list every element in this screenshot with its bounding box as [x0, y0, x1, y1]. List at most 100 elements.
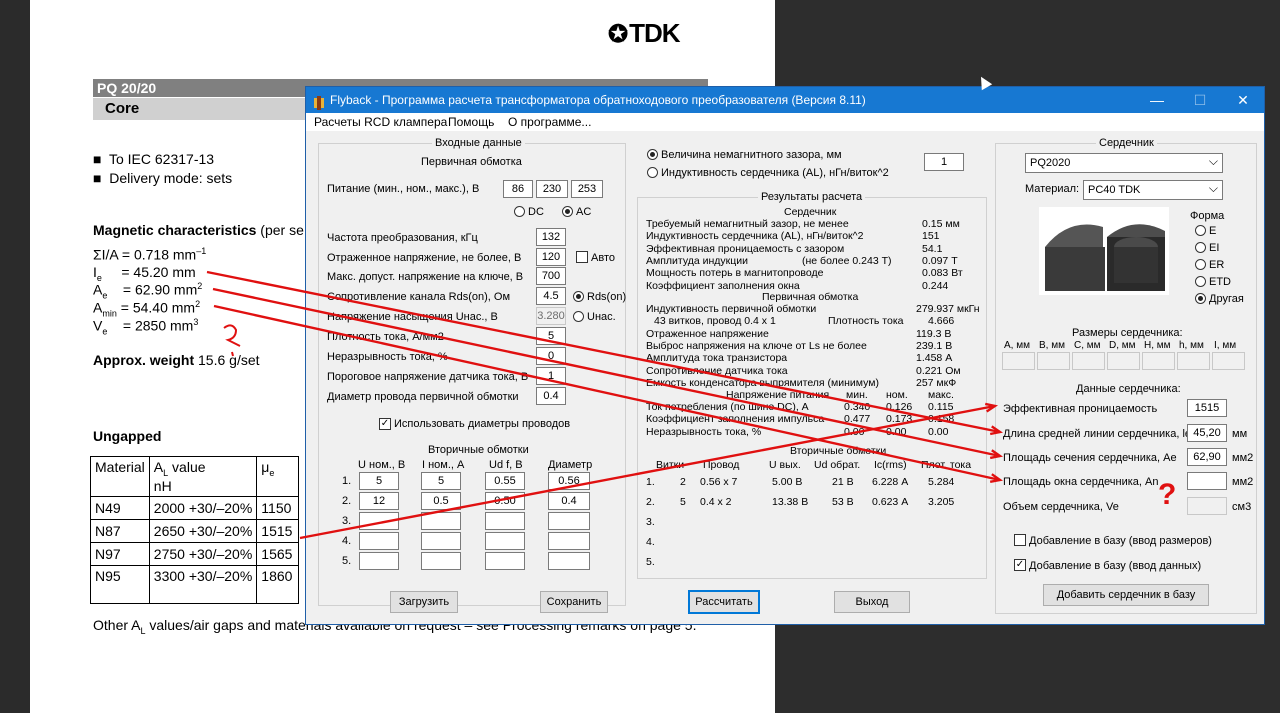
menu-about[interactable]: О программе...	[508, 113, 591, 131]
add-dims-checkbox[interactable]	[1014, 534, 1026, 546]
results-title: Результаты расчета	[758, 191, 866, 203]
use-diam-checkbox[interactable]: ✓	[379, 418, 391, 430]
al-radio[interactable]	[647, 167, 658, 178]
result-label: Эффективная проницаемость с зазором	[646, 242, 845, 255]
vmax-input[interactable]: 700	[536, 267, 566, 285]
wire-input[interactable]: 0.4	[536, 387, 566, 405]
sec-row-input[interactable]	[485, 532, 525, 550]
table-header-cell: μe	[256, 456, 300, 497]
sec-row-input[interactable]	[548, 512, 590, 530]
dim-input[interactable]	[1177, 352, 1210, 370]
ac-radio[interactable]	[562, 206, 573, 217]
rsec-header: Плот. тока	[921, 459, 972, 471]
sec-row-input[interactable]: 0.56	[548, 472, 590, 490]
menu-rcd[interactable]: Расчеты RCD клампера	[314, 113, 447, 131]
sense-input[interactable]: 1	[536, 367, 566, 385]
dim-input[interactable]	[1002, 352, 1035, 370]
sec-row-input[interactable]	[548, 532, 590, 550]
sec-row-input[interactable]	[548, 552, 590, 570]
window-title: Flyback - Программа расчета трансформато…	[330, 93, 866, 107]
gap-radio[interactable]	[647, 149, 658, 160]
supply-max-input[interactable]: 253	[571, 180, 603, 198]
ptable-value: 0.158	[928, 413, 955, 426]
dim-input[interactable]	[1037, 352, 1070, 370]
result-value: 0.221 Ом	[916, 364, 961, 377]
core-select[interactable]: PQ2020	[1025, 152, 1223, 173]
sigma-line: ΣI/A = 0.718 mm–1	[93, 246, 207, 263]
sec-row-input[interactable]	[359, 552, 399, 570]
refl-input[interactable]: 120	[536, 248, 566, 266]
supply-min-input[interactable]: 86	[503, 180, 533, 198]
minimize-button[interactable]: —	[1136, 87, 1178, 113]
dc-radio[interactable]	[514, 206, 525, 217]
shape-radio[interactable]	[1195, 293, 1206, 304]
material-select[interactable]: PC40 TDK	[1083, 179, 1223, 200]
close-button[interactable]: ✕	[1222, 87, 1264, 113]
dim-input[interactable]	[1107, 352, 1140, 370]
ve-input[interactable]	[1187, 497, 1227, 515]
sec-row-input[interactable]: 0.55	[485, 472, 525, 490]
rsec-header: Витки	[656, 459, 685, 471]
sec-row-input[interactable]	[359, 512, 399, 530]
sec-row-input[interactable]	[359, 532, 399, 550]
usat-input[interactable]: 3.280	[536, 307, 566, 325]
cont-label: Неразрывность тока, %	[327, 351, 448, 363]
table-header-cell: AL value nH	[148, 456, 258, 497]
table-header-cell: Material	[90, 456, 150, 497]
le-label: Длина средней линии сердечника, le	[1003, 428, 1191, 440]
result-label: Мощность потерь в магнитопроводе	[646, 267, 824, 280]
shape-radio[interactable]	[1195, 242, 1206, 253]
shape-radio[interactable]	[1195, 259, 1206, 270]
dim-input[interactable]	[1072, 352, 1105, 370]
sec-row-input[interactable]	[485, 552, 525, 570]
gap-input[interactable]: 1	[924, 153, 964, 171]
usat-radio[interactable]	[573, 311, 584, 322]
cont-input[interactable]: 0	[536, 347, 566, 365]
sec-row-input[interactable]: 12	[359, 492, 399, 510]
sec-row-input[interactable]	[421, 532, 461, 550]
exit-button[interactable]: Выход	[834, 591, 910, 613]
add-core-button[interactable]: Добавить сердечник в базу	[1043, 584, 1209, 606]
result-label: 43 витков, провод 0.4 x 1	[654, 315, 776, 328]
freq-input[interactable]: 132	[536, 228, 566, 246]
shape-radio[interactable]	[1195, 225, 1206, 236]
shape-radio[interactable]	[1195, 276, 1206, 287]
mu-input[interactable]: 1515	[1187, 399, 1227, 417]
maximize-button[interactable]: ☐	[1179, 87, 1221, 113]
dim-input[interactable]	[1142, 352, 1175, 370]
auto-checkbox[interactable]	[576, 251, 588, 263]
ae-input[interactable]: 62,90	[1187, 448, 1227, 466]
save-button[interactable]: Сохранить	[540, 591, 608, 613]
table-cell: 1515	[256, 519, 300, 543]
table-row: N49 2000 +30/–20% 1150	[90, 496, 300, 520]
sec-row-input[interactable]: 5	[359, 472, 399, 490]
sec-row-input[interactable]	[485, 512, 525, 530]
table-cell: N87	[90, 519, 150, 543]
title-bar[interactable]: Flyback - Программа расчета трансформато…	[306, 87, 1264, 113]
an-input[interactable]	[1187, 472, 1227, 490]
add-data-checkbox[interactable]: ✓	[1014, 559, 1026, 571]
sec-row-input[interactable]	[421, 512, 461, 530]
table-row: N87 2650 +30/–20% 1515	[90, 519, 300, 543]
dim-input[interactable]	[1212, 352, 1245, 370]
ptable-label: Неразрывность тока, %	[646, 425, 762, 438]
sec-row-input[interactable]: 0.5	[421, 492, 461, 510]
result-label: Отраженное напряжение	[646, 327, 769, 340]
rsec-number: 3.	[646, 516, 655, 528]
primary-title: Первичная обмотка	[421, 156, 522, 168]
le-input[interactable]: 45,20	[1187, 424, 1227, 442]
rds-input[interactable]: 4.5	[536, 287, 566, 305]
load-button[interactable]: Загрузить	[390, 591, 458, 613]
vmax-label: Макс. допуст. напряжение на ключе, В	[327, 271, 524, 283]
rsec-value: 0.623 А	[872, 496, 909, 508]
sec-row-input[interactable]: 5	[421, 472, 461, 490]
supply-nom-input[interactable]: 230	[536, 180, 568, 198]
calculate-button[interactable]: Рассчитать	[688, 590, 760, 614]
sec-row-input[interactable]: 0.4	[548, 492, 590, 510]
table-cell: 2000 +30/–20%	[148, 496, 258, 520]
jd-input[interactable]: 5	[536, 327, 566, 345]
rds-radio[interactable]	[573, 291, 584, 302]
menu-help[interactable]: Помощь	[448, 113, 494, 131]
sec-row-input[interactable]: 0.50	[485, 492, 525, 510]
sec-row-input[interactable]	[421, 552, 461, 570]
